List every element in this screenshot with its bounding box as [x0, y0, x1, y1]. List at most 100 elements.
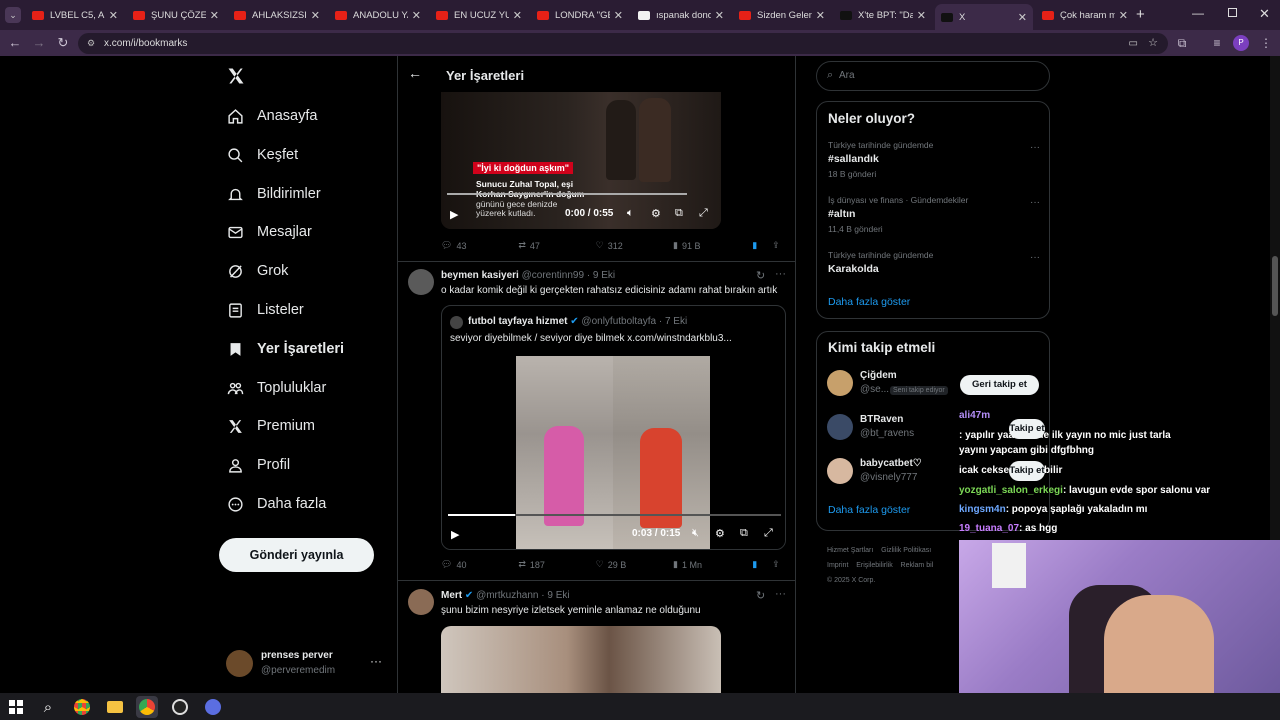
views-button[interactable]: ▮ 1 Mn	[673, 559, 752, 570]
views-button[interactable]: ▮ 91 B	[673, 240, 752, 251]
fullscreen-icon[interactable]: ⤢	[764, 527, 773, 540]
more-icon[interactable]: ···	[1030, 197, 1040, 208]
more-icon[interactable]: ···	[775, 268, 786, 280]
sidebar-item[interactable]: Premium	[226, 411, 315, 441]
post-button[interactable]: Gönderi yayınla	[219, 538, 374, 572]
footer-link[interactable]: Gizlilik Politikası	[881, 547, 931, 554]
tab-close-icon[interactable]: ✕	[917, 9, 926, 22]
browser-tab[interactable]: X'te BPT: "Davı ✕	[834, 4, 932, 26]
trend-item[interactable]: Türkiye tarihinde gündemde #sallandık 18 B…	[828, 140, 1040, 190]
grok-icon[interactable]: ↻	[756, 589, 765, 602]
author-name[interactable]: Mert	[441, 590, 462, 601]
tab-close-icon[interactable]: ✕	[1018, 11, 1027, 24]
browser-tab[interactable]: ANADOLU YAK ✕	[329, 4, 427, 26]
play-icon[interactable]: ▶	[450, 208, 458, 221]
obs-icon[interactable]	[169, 696, 191, 718]
sidebar-item[interactable]: Grok	[226, 256, 288, 286]
repost-button[interactable]: ⇄ 187	[518, 559, 595, 570]
reload-icon[interactable]: ↻	[54, 34, 72, 52]
back-arrow-icon[interactable]: ←	[408, 65, 422, 81]
fullscreen-icon[interactable]: ⤢	[699, 207, 708, 220]
install-app-icon[interactable]: ▭	[1129, 33, 1138, 54]
browser-tab[interactable]: LVBEL C5, AKD ✕	[26, 4, 124, 26]
follow-button[interactable]: Geri takip et	[960, 375, 1039, 395]
restore-button[interactable]	[1228, 8, 1237, 17]
sidebar-item[interactable]: Yer İşaretleri	[226, 334, 344, 364]
tab-search-button[interactable]: ⌄	[5, 7, 21, 23]
forward-icon[interactable]: →	[30, 34, 48, 52]
windows-start-icon[interactable]	[5, 696, 27, 718]
extensions-icon[interactable]: ⧉	[1174, 35, 1190, 51]
footer-link[interactable]: Imprint	[827, 562, 848, 569]
tab-close-icon[interactable]: ✕	[412, 9, 421, 22]
trend-item[interactable]: İş dünyası ve finans · Gündemdekiler #alt…	[828, 195, 1040, 245]
footer-link[interactable]: Erişilebilirlik	[856, 562, 893, 569]
like-button[interactable]: ♡ 312	[596, 240, 673, 251]
sidebar-item[interactable]: Listeler	[226, 295, 304, 325]
browser-tab[interactable]: EN UCUZ YURT ✕	[430, 4, 528, 26]
grok-icon[interactable]: ↻	[756, 269, 765, 282]
chrome-icon[interactable]	[71, 696, 93, 718]
follow-button[interactable]: Takip et	[1009, 419, 1045, 439]
tab-close-icon[interactable]: ✕	[816, 9, 825, 22]
like-button[interactable]: ♡ 29 B	[596, 559, 673, 570]
footer-link[interactable]: Reklam bil	[901, 562, 934, 569]
search-input[interactable]: ⌕ Ara	[816, 61, 1050, 91]
tab-close-icon[interactable]: ✕	[513, 9, 522, 22]
browser-tab[interactable]: Sizden Gelen İ ✕	[733, 4, 831, 26]
author-name[interactable]: beymen kasiyeri	[441, 270, 519, 281]
video-player[interactable]: "İyi ki doğdun aşkım" Sunucu Zuhal Topal…	[441, 92, 721, 229]
progress-bar[interactable]	[448, 514, 781, 516]
more-icon[interactable]: ···	[1030, 142, 1040, 153]
play-icon[interactable]: ▶	[451, 528, 459, 541]
search-icon[interactable]: ⌕	[37, 696, 59, 718]
sidebar-item[interactable]: Topluluklar	[226, 373, 326, 403]
reply-button[interactable]: 💬︎ 40	[441, 559, 518, 570]
menu-icon[interactable]: ⋮	[1258, 35, 1274, 51]
bookmark-button[interactable]: ▮	[752, 559, 772, 570]
back-icon[interactable]: ←	[6, 34, 24, 52]
avatar[interactable]	[408, 589, 434, 615]
settings-icon[interactable]: ⚙	[715, 527, 725, 540]
show-more-link[interactable]: Daha fazla göster	[828, 504, 910, 516]
file-explorer-icon[interactable]	[104, 696, 126, 718]
follow-button[interactable]: Takip et	[1009, 461, 1045, 481]
tab-close-icon[interactable]: ✕	[614, 9, 623, 22]
new-tab-button[interactable]: +	[1136, 6, 1145, 23]
close-window-button[interactable]: ✕	[1259, 6, 1270, 22]
browser-tab[interactable]: X ✕	[935, 4, 1033, 30]
tab-close-icon[interactable]: ✕	[210, 9, 219, 22]
progress-bar[interactable]	[447, 193, 687, 195]
browser-tab[interactable]: ıspanak dondu ✕	[632, 4, 730, 26]
reply-button[interactable]: 💬︎ 43	[441, 240, 518, 251]
share-icon[interactable]: ⇪	[772, 559, 786, 570]
tab-close-icon[interactable]: ✕	[109, 9, 118, 22]
app-icon[interactable]	[202, 696, 224, 718]
sidebar-item[interactable]: Bildirimler	[226, 179, 321, 209]
address-bar[interactable]: ⚙ x.com/i/bookmarks ▭ ☆	[78, 33, 1168, 54]
settings-icon[interactable]: ⚙	[651, 207, 661, 220]
site-info-icon[interactable]: ⚙	[87, 33, 95, 54]
sidebar-item[interactable]: Daha fazla	[226, 489, 326, 519]
sidebar-item[interactable]: Profil	[226, 450, 290, 480]
reading-list-icon[interactable]: ≡	[1209, 35, 1225, 51]
more-icon[interactable]: ···	[1030, 252, 1040, 263]
post-date[interactable]: · 9 Eki	[541, 590, 569, 601]
avatar[interactable]	[408, 269, 434, 295]
trend-item[interactable]: Türkiye tarihinde gündemde Karakolda ···	[828, 250, 1040, 300]
post-image[interactable]	[441, 626, 721, 693]
browser-tab[interactable]: LONDRA "GEC ✕	[531, 4, 629, 26]
browser-tab[interactable]: Çok haram mı ✕	[1036, 4, 1134, 26]
sidebar-item[interactable]: Anasayfa	[226, 101, 317, 131]
post-date[interactable]: · 9 Eki	[587, 270, 615, 281]
repost-button[interactable]: ⇄ 47	[518, 240, 595, 251]
video-player[interactable]: ▶ 0:03 / 0:15 🔇︎ ⚙ ⧉ ⤢	[442, 356, 785, 549]
sidebar-item[interactable]: Mesajlar	[226, 217, 312, 247]
pip-icon[interactable]: ⧉	[740, 527, 748, 540]
tab-close-icon[interactable]: ✕	[311, 9, 320, 22]
show-more-link[interactable]: Daha fazla göster	[828, 296, 910, 308]
footer-link[interactable]: Hizmet Şartları	[827, 547, 873, 554]
more-icon[interactable]: ···	[370, 654, 382, 668]
profile-avatar[interactable]: P	[1233, 35, 1249, 51]
chrome-profile-icon[interactable]	[136, 696, 158, 718]
